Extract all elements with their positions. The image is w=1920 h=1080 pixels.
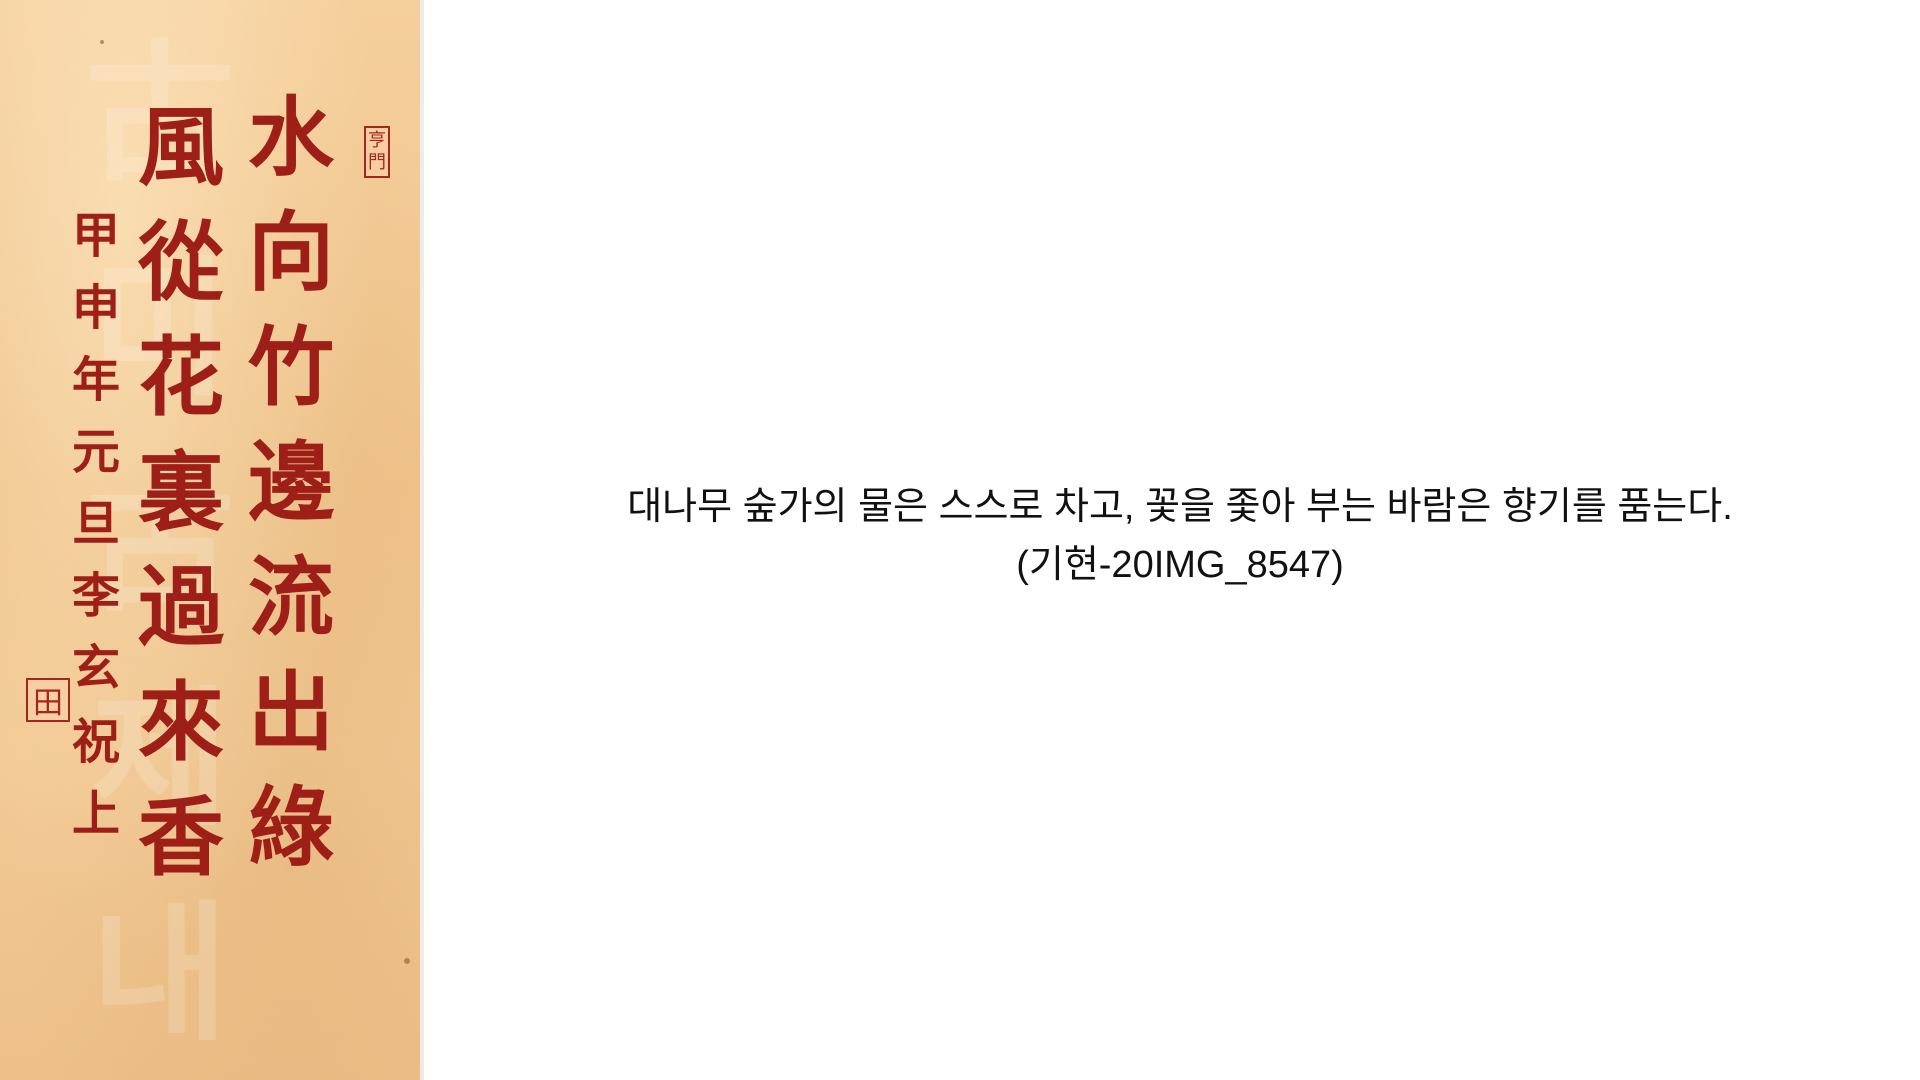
calligraphy-column-1: 水 向 竹 邊 流 出 綠 <box>248 80 334 885</box>
signature-char: 元 <box>72 424 121 480</box>
calligraphy-artwork: 古 미 古 제 내 水 向 竹 邊 流 出 綠 風 從 花 裏 過 來 香 甲 … <box>0 0 420 1080</box>
calligraphy-column-2: 風 從 花 裏 過 來 香 <box>138 90 224 895</box>
calligraphy-char: 風 <box>138 96 224 198</box>
caption-image-id: (기현-20IMG_8547) <box>1016 544 1344 586</box>
caption: 대나무 숲가의 물은 스스로 차고, 꽃을 좇아 부는 바람은 향기를 품는다.… <box>440 478 1920 594</box>
calligraphy-char: 過 <box>138 556 224 658</box>
paper-speck <box>404 958 410 964</box>
signature-char: 甲 <box>72 208 121 264</box>
calligraphy-char: 竹 <box>248 316 334 418</box>
signature-char: 上 <box>72 786 121 842</box>
watermark-char: 내 <box>90 888 229 1062</box>
signature-char: 旦 <box>72 496 121 552</box>
signature-tail: 祝 上 <box>72 706 120 850</box>
signature-column: 甲 申 年 元 旦 李 玄 <box>72 200 120 704</box>
calligraphy-char: 綠 <box>248 776 334 878</box>
calligraphy-char: 出 <box>248 661 334 763</box>
signature-char: 年 <box>72 352 121 408</box>
signature-char: 玄 <box>72 640 121 696</box>
seal-stamp-top: 亨 門 <box>364 126 390 178</box>
calligraphy-char: 向 <box>248 201 334 303</box>
seal-char: 田 <box>33 686 63 721</box>
seal-char: 亨 <box>368 130 386 152</box>
artwork-frame-edge <box>420 0 424 1080</box>
paper-speck <box>100 40 104 44</box>
calligraphy-char: 水 <box>248 86 334 188</box>
signature-char: 李 <box>72 568 121 624</box>
seal-stamp-bottom: 田 <box>26 678 70 722</box>
calligraphy-char: 從 <box>138 211 224 313</box>
calligraphy-char: 香 <box>138 786 224 888</box>
calligraphy-char: 流 <box>248 546 334 648</box>
calligraphy-char: 邊 <box>248 431 334 533</box>
seal-char: 門 <box>368 152 386 173</box>
signature-char: 申 <box>72 280 121 336</box>
calligraphy-char: 裏 <box>138 441 224 543</box>
calligraphy-char: 來 <box>138 671 224 773</box>
calligraphy-char: 花 <box>138 326 224 428</box>
caption-translation: 대나무 숲가의 물은 스스로 차고, 꽃을 좇아 부는 바람은 향기를 품는다. <box>627 486 1733 528</box>
signature-char: 祝 <box>72 714 121 770</box>
